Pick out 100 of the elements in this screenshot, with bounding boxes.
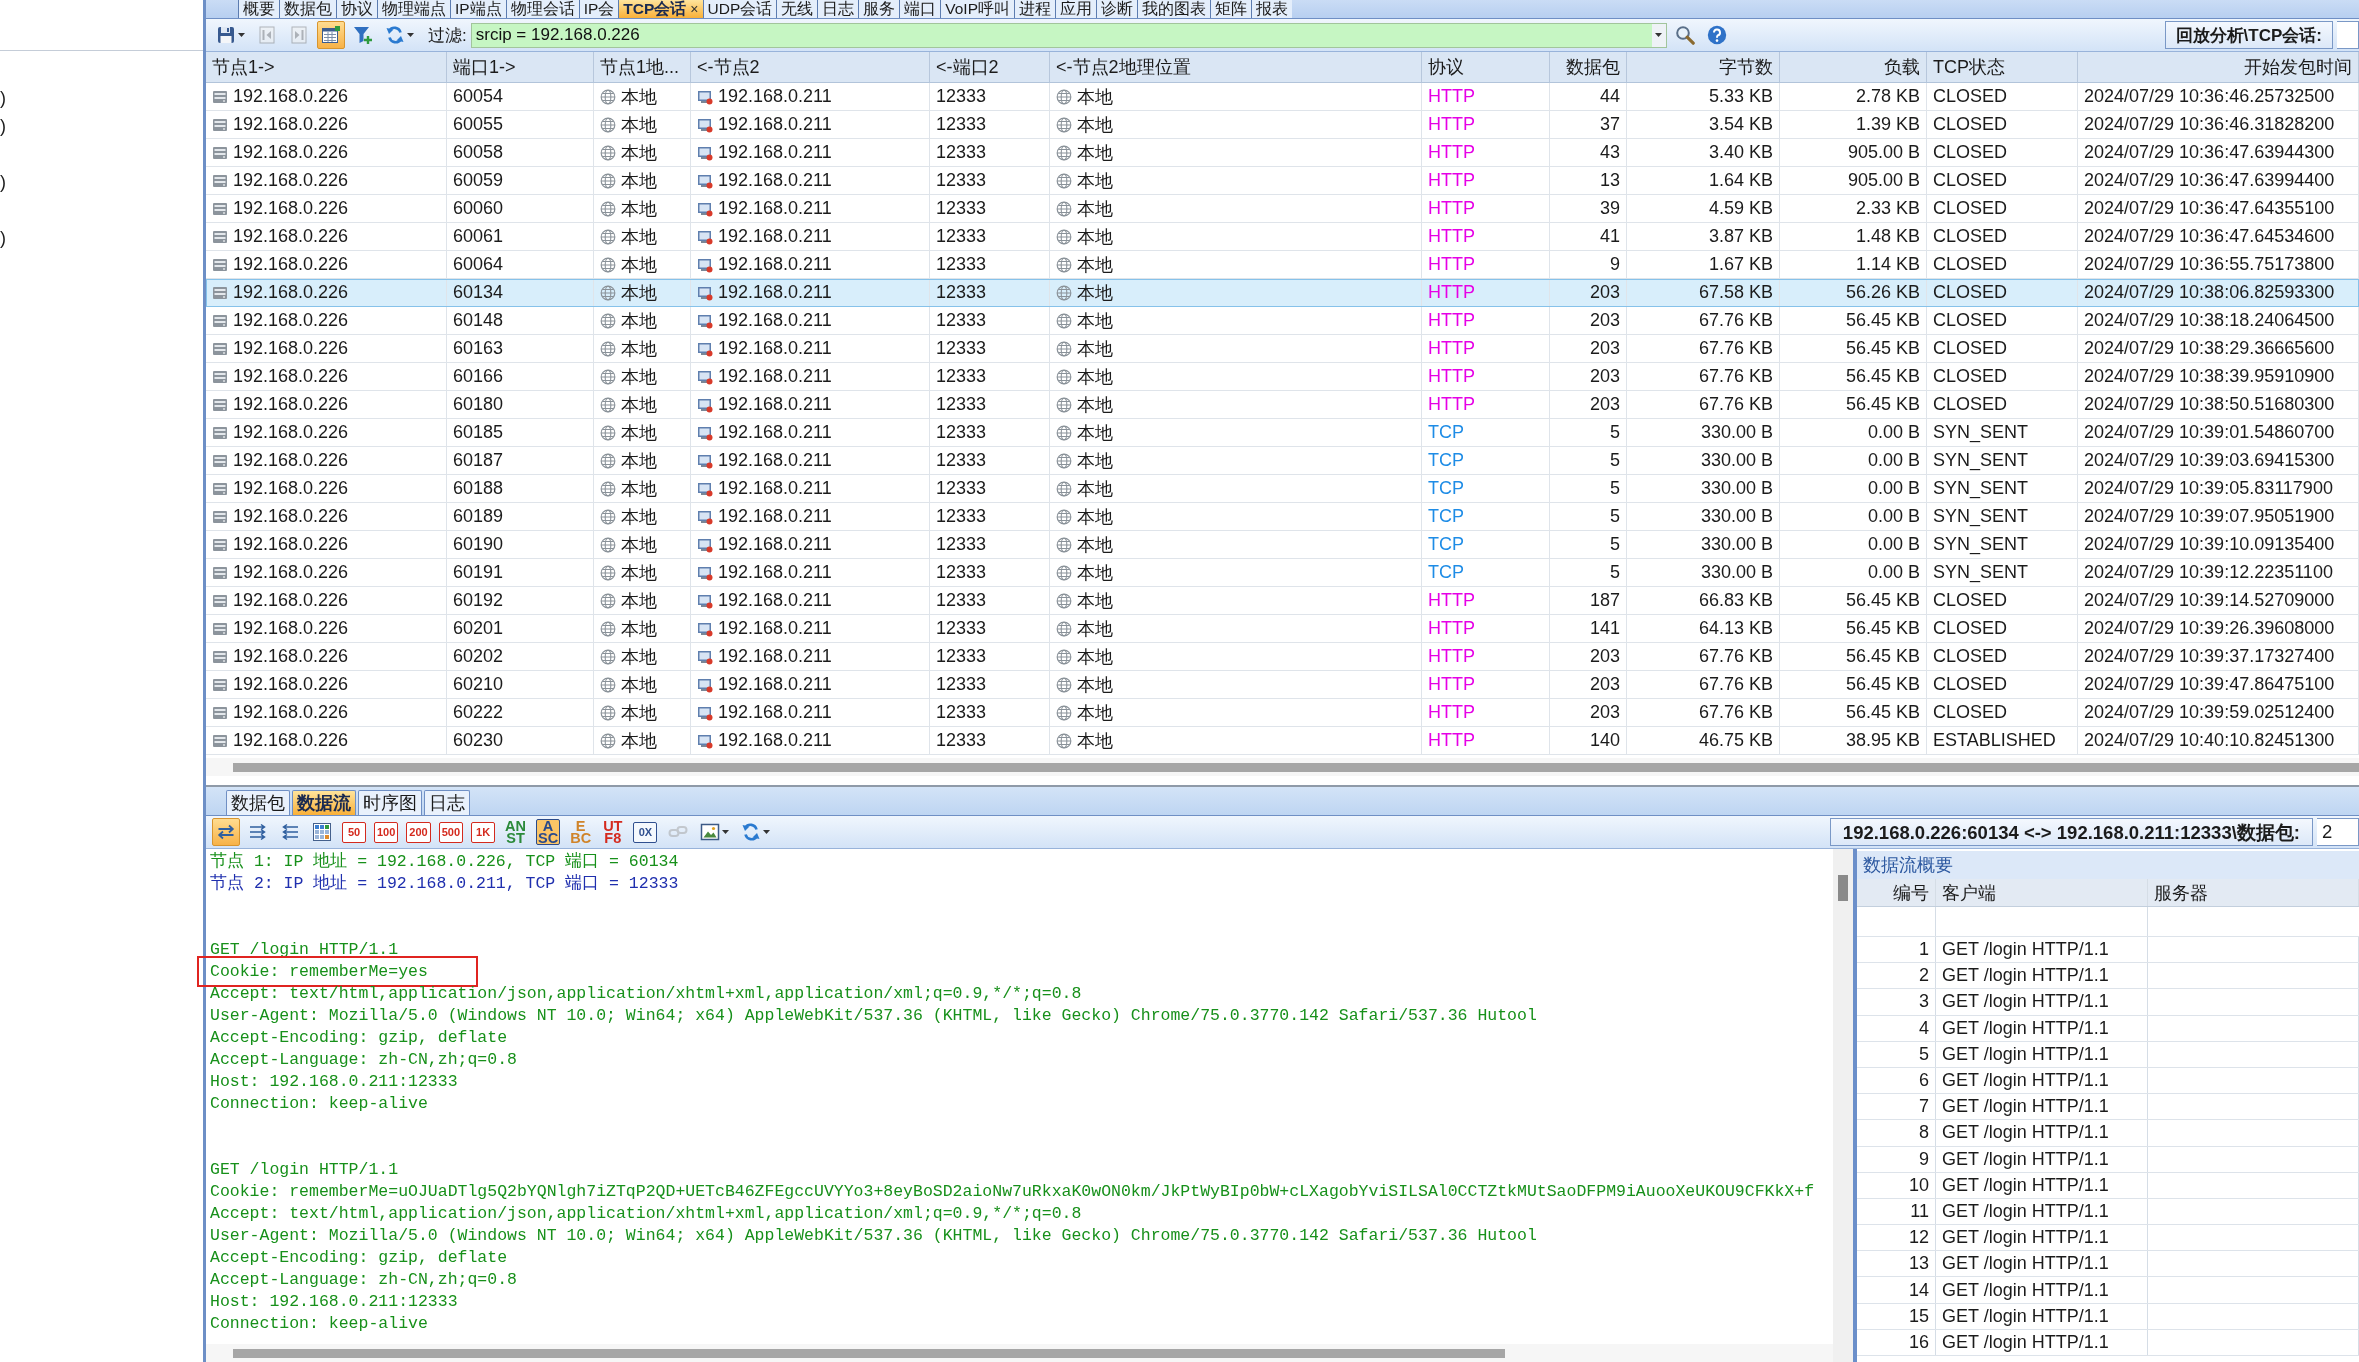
close-button[interactable]: × xyxy=(690,0,699,18)
view-tab[interactable]: 报表 xyxy=(1251,0,1292,18)
table-row[interactable]: 192.168.0.226 60061 本地 192.168.0.211 12333 本地 HTTP 41 3.87 KB 1.48 KB CLOSED 2024/07/29 10:36:47.64534600 xyxy=(206,223,2359,251)
table-cell: 2024/07/29 10:36:47.64355100 xyxy=(2084,198,2335,219)
scrollbar-thumb[interactable] xyxy=(233,1348,1505,1358)
table-row[interactable]: 192.168.0.226 60190 本地 192.168.0.211 12333 本地 TCP 5 330.00 B 0.00 B SYN_SENT 2024/07/29 10:39:10.09135400 xyxy=(206,531,2359,559)
tree-item[interactable]: ) xyxy=(0,171,6,193)
column-header[interactable]: 服务器 xyxy=(2148,879,2359,906)
view-tab[interactable]: 数据包 xyxy=(279,0,336,18)
table-row[interactable]: 192.168.0.226 60180 本地 192.168.0.211 12333 本地 HTTP 203 67.76 KB 56.45 KB CLOSED 2024/07/29 10:38:50.51680300 xyxy=(206,391,2359,419)
column-header[interactable]: 协议 xyxy=(1422,52,1550,82)
chart-button[interactable] xyxy=(317,21,345,49)
column-header[interactable]: TCP状态 xyxy=(1927,52,2078,82)
scrollbar-thumb[interactable] xyxy=(1838,875,1848,901)
globe-icon xyxy=(1056,116,1072,133)
table-row[interactable]: 192.168.0.226 60163 本地 192.168.0.211 12333 本地 HTTP 203 67.76 KB 56.45 KB CLOSED 2024/07/29 10:38:29.36665600 xyxy=(206,335,2359,363)
table-row[interactable]: 192.168.0.226 60191 本地 192.168.0.211 12333 本地 TCP 5 330.00 B 0.00 B SYN_SENT 2024/07/29 10:39:12.22351100 xyxy=(206,559,2359,587)
column-header[interactable]: 数据包 xyxy=(1550,52,1627,82)
horizontal-scrollbar[interactable] xyxy=(206,1344,1833,1362)
table-row[interactable]: 192.168.0.226 60187 本地 192.168.0.211 12333 本地 TCP 5 330.00 B 0.00 B SYN_SENT 2024/07/29 10:39:03.69415300 xyxy=(206,447,2359,475)
table-row[interactable]: 192.168.0.226 60059 本地 192.168.0.211 12333 本地 HTTP 13 1.64 KB 905.00 B CLOSED 2024/07/29 10:36:47.63994400 xyxy=(206,167,2359,195)
view-tab[interactable]: 矩阵 xyxy=(1210,0,1251,18)
packet-count-field[interactable]: 2 xyxy=(2317,818,2359,846)
view-tab[interactable]: 数据流 xyxy=(292,790,356,815)
horizontal-scrollbar[interactable] xyxy=(206,758,2359,776)
table-row[interactable]: 192.168.0.226 60201 本地 192.168.0.211 12333 本地 HTTP 141 64.13 KB 56.45 KB CLOSED 2024/07/29 10:39:26.39608000 xyxy=(206,615,2359,643)
view-tab[interactable]: 数据包 xyxy=(226,790,290,815)
table-cell: 192.168.0.226 xyxy=(233,506,349,527)
view-tab[interactable]: 概要 xyxy=(238,0,279,18)
table-cell: TCP xyxy=(1428,534,1464,555)
encoding-button[interactable]: UT F8 xyxy=(601,819,625,845)
view-tab[interactable]: 日志 xyxy=(817,0,859,18)
view-tab[interactable]: 诊断 xyxy=(1096,0,1137,18)
column-header[interactable]: <-节点2地理位置 xyxy=(1050,52,1422,82)
table-row[interactable]: 192.168.0.226 60134 本地 192.168.0.211 12333 本地 HTTP 203 67.58 KB 56.26 KB CLOSED 2024/07/29 10:38:06.82593300 xyxy=(206,279,2359,307)
tree-item[interactable]: ) xyxy=(0,87,6,109)
view-tab[interactable]: 我的图表 xyxy=(1137,0,1210,18)
view-tab[interactable]: 应用 xyxy=(1055,0,1096,18)
column-header[interactable]: 编号 xyxy=(1857,879,1936,906)
view-tab[interactable]: UDP会话 xyxy=(702,0,777,18)
table-row[interactable]: 192.168.0.226 60189 本地 192.168.0.211 12333 本地 TCP 5 330.00 B 0.00 B SYN_SENT 2024/07/29 10:39:07.95051900 xyxy=(206,503,2359,531)
view-tab[interactable]: 进程 xyxy=(1014,0,1055,18)
table-cell-text: 本地 xyxy=(621,701,657,725)
view-tab[interactable]: IP端点 xyxy=(450,0,506,18)
packet-limit-button[interactable]: 1K xyxy=(471,821,496,843)
column-header[interactable]: <-端口2 xyxy=(930,52,1050,82)
table-row[interactable]: 192.168.0.226 60222 本地 192.168.0.211 12333 本地 HTTP 203 67.76 KB 56.45 KB CLOSED 2024/07/29 10:39:59.02512400 xyxy=(206,699,2359,727)
table-cell: 2.33 KB xyxy=(1855,198,1920,219)
table-cell-text: 本地 xyxy=(621,281,657,305)
swap-button[interactable] xyxy=(212,818,240,846)
table-row[interactable]: 192.168.0.226 60192 本地 192.168.0.211 12333 本地 HTTP 187 66.83 KB 56.45 KB CLOSED 2024/07/29 10:39:14.52709000 xyxy=(206,587,2359,615)
table-row[interactable]: 192.168.0.226 60060 本地 192.168.0.211 12333 本地 HTTP 39 4.59 KB 2.33 KB CLOSED 2024/07/29 10:36:47.64355100 xyxy=(206,195,2359,223)
view-tab[interactable]: 协议 xyxy=(336,0,377,18)
table-row[interactable]: 192.168.0.226 60148 本地 192.168.0.211 12333 本地 HTTP 203 67.76 KB 56.45 KB CLOSED 2024/07/29 10:38:18.24064500 xyxy=(206,307,2359,335)
view-tab[interactable]: 时序图 xyxy=(358,790,422,815)
view-tab[interactable]: 端口 xyxy=(899,0,941,18)
table-row[interactable]: 192.168.0.226 60185 本地 192.168.0.211 12333 本地 TCP 5 330.00 B 0.00 B SYN_SENT 2024/07/29 10:39:01.54860700 xyxy=(206,419,2359,447)
table-row[interactable]: 192.168.0.226 60055 本地 192.168.0.211 12333 本地 HTTP 37 3.54 KB 1.39 KB CLOSED 2024/07/29 10:36:46.31828200 xyxy=(206,111,2359,139)
packet-limit-button[interactable]: 200 xyxy=(406,821,431,843)
table-cell: 192.168.0.211 xyxy=(718,310,832,331)
globe-icon xyxy=(1056,340,1072,357)
column-header[interactable]: 节点1-> xyxy=(206,52,447,82)
encoding-button[interactable]: A SC xyxy=(536,819,561,845)
encoding-button[interactable]: AN ST xyxy=(503,819,529,845)
tree-item[interactable]: ) xyxy=(0,115,6,137)
column-header[interactable]: 节点1地... xyxy=(594,52,691,82)
view-tab[interactable]: VoIP呼叫 xyxy=(940,0,1014,18)
table-row[interactable]: 192.168.0.226 60054 本地 192.168.0.211 12333 本地 HTTP 44 5.33 KB 2.78 KB CLOSED 2024/07/29 10:36:46.25732500 xyxy=(206,83,2359,111)
column-header[interactable]: <-节点2 xyxy=(691,52,930,82)
table-cell: 2.78 KB xyxy=(1855,86,1920,107)
scrollbar-thumb[interactable] xyxy=(233,762,2359,772)
column-header[interactable]: 客户端 xyxy=(1936,879,2148,906)
packet-limit-button[interactable]: 100 xyxy=(374,821,399,843)
view-tab[interactable]: 物理会话 xyxy=(505,0,579,18)
tree-item[interactable]: ) xyxy=(0,227,6,249)
table-row[interactable]: 192.168.0.226 60064 本地 192.168.0.211 12333 本地 HTTP 9 1.67 KB 1.14 KB CLOSED 2024/07/29 10:36:55.75173800 xyxy=(206,251,2359,279)
table-row[interactable]: 192.168.0.226 60230 本地 192.168.0.211 12333 本地 HTTP 140 46.75 KB 38.95 KB ESTABLISHED 2024/07/29 10:40:10.82451300 xyxy=(206,727,2359,755)
table-row[interactable]: 192.168.0.226 60202 本地 192.168.0.211 12333 本地 HTTP 203 67.76 KB 56.45 KB CLOSED 2024/07/29 10:39:37.17327400 xyxy=(206,643,2359,671)
view-tab[interactable]: IP会 xyxy=(578,0,619,18)
table-cell: ESTABLISHED xyxy=(1933,730,2056,751)
view-tab[interactable]: 物理端点 xyxy=(377,0,450,18)
column-header[interactable]: 开始发包时间 xyxy=(2078,52,2359,82)
packet-limit-button[interactable]: 500 xyxy=(438,821,464,843)
table-row[interactable]: 192.168.0.226 60210 本地 192.168.0.211 12333 本地 HTTP 203 67.76 KB 56.45 KB CLOSED 2024/07/29 10:39:47.86475100 xyxy=(206,671,2359,699)
view-tab[interactable]: TCP会话 × xyxy=(618,0,703,18)
session-field[interactable] xyxy=(2337,21,2359,49)
view-tab[interactable]: 服务 xyxy=(858,0,900,18)
table-cell: 5 xyxy=(1857,1041,1936,1067)
hex-button[interactable]: 0X xyxy=(633,821,658,843)
table-cell: 192.168.0.226 xyxy=(233,114,349,135)
table-row[interactable]: 192.168.0.226 60058 本地 192.168.0.211 12333 本地 HTTP 43 3.40 KB 905.00 B CLOSED 2024/07/29 10:36:47.63944300 xyxy=(206,139,2359,167)
table-row[interactable]: 192.168.0.226 60166 本地 192.168.0.211 12333 本地 HTTP 203 67.76 KB 56.45 KB CLOSED 2024/07/29 10:38:39.95910900 xyxy=(206,363,2359,391)
column-header[interactable]: 端口1-> xyxy=(447,52,594,82)
packet-limit-button[interactable]: 50 xyxy=(342,821,366,843)
view-tab[interactable]: 日志 xyxy=(424,790,470,815)
table-row[interactable]: 192.168.0.226 60188 本地 192.168.0.211 12333 本地 TCP 5 330.00 B 0.00 B SYN_SENT 2024/07/29 10:39:05.83117900 xyxy=(206,475,2359,503)
column-header[interactable]: 负载 xyxy=(1780,52,1927,82)
column-header[interactable]: 字节数 xyxy=(1627,52,1780,82)
view-tab[interactable]: 无线 xyxy=(776,0,818,18)
vertical-scrollbar[interactable] xyxy=(1833,849,1853,1362)
